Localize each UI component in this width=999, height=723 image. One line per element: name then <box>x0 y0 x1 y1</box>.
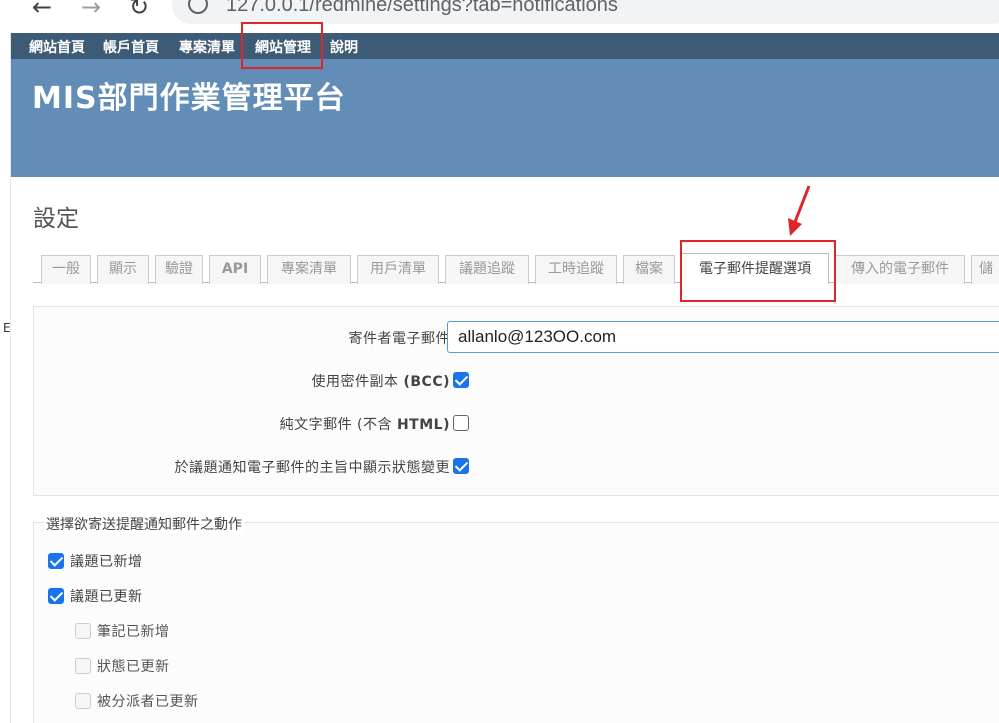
annotation-highlight-admin-menu <box>241 22 323 69</box>
tab-general[interactable]: 一般 <box>41 255 91 284</box>
issue-added-label: 議題已新增 <box>70 554 143 570</box>
tab-repositories[interactable]: 儲 <box>971 255 999 284</box>
fieldset-legend: 選擇欲寄送提醒通知郵件之動作 <box>44 514 244 534</box>
tab-authentication[interactable]: 驗證 <box>155 255 203 284</box>
issue-updated-checkbox[interactable] <box>48 588 64 604</box>
site-title: MIS部門作業管理平台 <box>32 81 346 116</box>
browser-toolbar: ← → ↻ 127.0.0.1/redmine/settings?tab=not… <box>0 0 999 33</box>
reload-icon[interactable]: ↻ <box>129 0 149 19</box>
assignee-updated-label: 被分派者已更新 <box>97 694 199 710</box>
tab-issue-tracking[interactable]: 議題追蹤 <box>445 255 529 284</box>
menu-home-link[interactable]: 網站首頁 <box>29 37 85 57</box>
top-menu: 網站首頁 帳戶首頁 專案清單 網站管理 說明 <box>11 33 999 59</box>
email-settings-box: 寄件者電子郵件 allanlo@123OO.com 使用密件副本 (BCC) 純… <box>33 306 999 496</box>
assignee-updated-checkbox[interactable] <box>75 693 91 709</box>
menu-projects-link[interactable]: 專案清單 <box>179 37 235 57</box>
note-added-label: 筆記已新增 <box>97 624 170 640</box>
tab-users[interactable]: 用戶清單 <box>357 255 439 284</box>
menu-help-link[interactable]: 說明 <box>330 37 358 57</box>
annotation-arrow-icon <box>788 185 811 236</box>
page-title: 設定 <box>33 206 79 232</box>
back-arrow-icon[interactable]: ← <box>32 0 52 19</box>
forward-arrow-icon[interactable]: → <box>81 0 101 19</box>
plain-text-label: 純文字郵件 (不含 HTML) <box>279 417 450 433</box>
tab-files[interactable]: 檔案 <box>623 255 675 284</box>
left-edge-strip: E <box>0 33 11 723</box>
tab-display[interactable]: 顯示 <box>97 255 149 284</box>
sender-email-label: 寄件者電子郵件 <box>348 331 450 347</box>
annotation-highlight-notifications-tab <box>680 240 836 302</box>
bcc-checkbox[interactable] <box>453 372 469 388</box>
main-content: 設定 一般 顯示 驗證 API 專案清單 用戶清單 議題追蹤 工時追蹤 檔案 電… <box>11 177 999 723</box>
note-added-checkbox[interactable] <box>75 623 91 639</box>
menu-my-page-link[interactable]: 帳戶首頁 <box>103 37 159 57</box>
url-text[interactable]: 127.0.0.1/redmine/settings?tab=notificat… <box>226 0 618 17</box>
tab-incoming-emails[interactable]: 傳入的電子郵件 <box>835 255 965 284</box>
tab-api[interactable]: API <box>209 255 261 284</box>
sender-email-input[interactable]: allanlo@123OO.com <box>447 321 999 353</box>
bcc-label: 使用密件副本 (BCC) <box>311 374 450 390</box>
issue-added-checkbox[interactable] <box>48 553 64 569</box>
issue-updated-label: 議題已更新 <box>70 589 143 605</box>
notification-actions-fieldset: 選擇欲寄送提醒通知郵件之動作 議題已新增 議題已更新 筆記已新增 狀態已更新 被… <box>33 514 999 723</box>
site-header: MIS部門作業管理平台 <box>11 59 999 177</box>
tab-projects[interactable]: 專案清單 <box>267 255 351 284</box>
settings-tabs: 一般 顯示 驗證 API 專案清單 用戶清單 議題追蹤 工時追蹤 檔案 電子郵件… <box>33 253 999 284</box>
status-updated-label: 狀態已更新 <box>97 659 170 675</box>
status-updated-checkbox[interactable] <box>75 658 91 674</box>
tab-time-tracking[interactable]: 工時追蹤 <box>535 255 617 284</box>
left-edge-mark: E <box>3 321 11 335</box>
status-in-subject-checkbox[interactable] <box>453 458 469 474</box>
status-in-subject-label: 於議題通知電子郵件的主旨中顯示狀態變更 <box>174 460 450 476</box>
plain-text-checkbox[interactable] <box>453 415 469 431</box>
